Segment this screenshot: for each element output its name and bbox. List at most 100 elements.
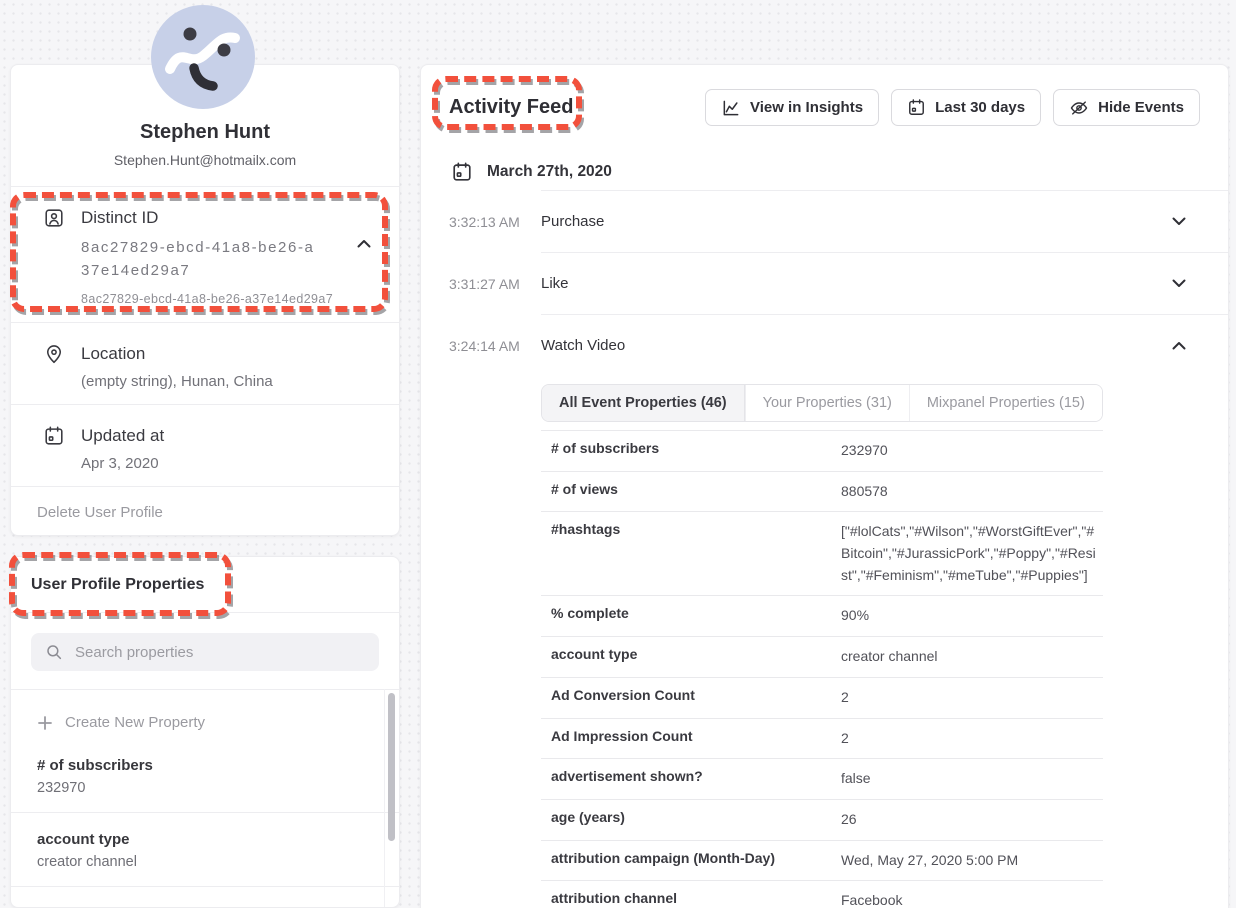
delete-user-profile-button[interactable]: Delete User Profile — [11, 487, 399, 537]
tab-your-properties[interactable]: Your Properties (31) — [745, 385, 909, 421]
tab-mixpanel-properties[interactable]: Mixpanel Properties (15) — [909, 385, 1102, 421]
view-in-insights-label: View in Insights — [750, 99, 863, 116]
scrollbar-track — [384, 689, 385, 908]
hide-events-label: Hide Events — [1098, 99, 1184, 116]
chevron-up-icon[interactable] — [357, 239, 371, 248]
property-name: attribution campaign (Month-Day) — [541, 850, 841, 872]
property-name: Ad Impression Count — [541, 728, 841, 750]
event-name: Watch Video — [541, 337, 625, 354]
properties-scrollbar[interactable] — [388, 693, 397, 853]
event-row[interactable]: 3:32:13 AM Purchase — [421, 191, 1228, 252]
distinct-id-sub-value: 8ac27829-ebcd-41a8-be26-a37e14ed29a7 — [81, 292, 371, 306]
event-properties-panel: All Event Properties (46) Your Propertie… — [541, 384, 1103, 908]
table-row: attribution campaign (Month-Day) Wed, Ma… — [541, 841, 1103, 882]
property-name: # of subscribers — [541, 440, 841, 462]
event-time: 3:32:13 AM — [421, 214, 541, 230]
event-properties-table: # of subscribers 232970 # of views 88057… — [541, 430, 1103, 908]
avatar — [151, 5, 255, 109]
event-row-expanded[interactable]: 3:24:14 AM Watch Video — [421, 315, 1228, 376]
property-value: 880578 — [841, 481, 1101, 503]
property-name: age (years) — [541, 809, 841, 831]
property-value: 26 — [841, 809, 1101, 831]
properties-list: Create New Property # of subscribers 232… — [11, 690, 399, 887]
property-name: Ad Conversion Count — [541, 687, 841, 709]
feed-date-label: March 27th, 2020 — [487, 163, 612, 181]
table-row: # of views 880578 — [541, 472, 1103, 513]
table-row: advertisement shown? false — [541, 759, 1103, 800]
property-name: % complete — [541, 605, 841, 627]
scrollbar-thumb[interactable] — [388, 693, 395, 841]
table-row: Ad Impression Count 2 — [541, 719, 1103, 760]
location-pin-icon — [43, 343, 65, 365]
create-new-property-label: Create New Property — [65, 714, 205, 731]
tab-all-event-properties[interactable]: All Event Properties (46) — [542, 385, 745, 421]
property-value: Wed, May 27, 2020 5:00 PM — [841, 850, 1101, 872]
feed-date-header: March 27th, 2020 — [421, 126, 1228, 190]
table-row: attribution channel Facebook — [541, 881, 1103, 908]
id-card-icon — [43, 207, 65, 229]
search-properties-field[interactable] — [31, 633, 379, 671]
location-label: Location — [81, 344, 145, 364]
calendar-icon — [907, 98, 926, 117]
property-value: 2 — [841, 687, 1101, 709]
event-properties-tabs: All Event Properties (46) Your Propertie… — [541, 384, 1103, 422]
profile-name: Stephen Hunt — [11, 121, 399, 144]
date-range-button[interactable]: Last 30 days — [891, 89, 1041, 126]
updated-at-label: Updated at — [81, 426, 164, 446]
date-range-label: Last 30 days — [935, 99, 1025, 116]
event-name: Like — [541, 275, 569, 292]
distinct-id-value: 8ac27829-ebcd-41a8-be26-a37e14ed29a7 — [81, 237, 321, 282]
table-row: account type creator channel — [541, 637, 1103, 678]
view-in-insights-button[interactable]: View in Insights — [705, 89, 879, 126]
chevron-up-icon[interactable] — [1172, 341, 1186, 350]
property-value: creator channel — [37, 854, 399, 870]
table-row: # of subscribers 232970 — [541, 431, 1103, 472]
property-value: 90% — [841, 605, 1101, 627]
calendar-icon — [451, 161, 473, 183]
property-value: creator channel — [841, 646, 1101, 668]
hide-events-button[interactable]: Hide Events — [1053, 89, 1200, 126]
location-section: Location (empty string), Hunan, China — [11, 323, 399, 405]
property-name: account type — [541, 646, 841, 668]
property-value: 232970 — [37, 780, 399, 796]
eye-off-icon — [1069, 98, 1089, 118]
property-name: advertisement shown? — [541, 768, 841, 790]
table-row: age (years) 26 — [541, 800, 1103, 841]
activity-feed-card: Activity Feed View in Insights — [420, 64, 1229, 908]
line-chart-icon — [721, 98, 741, 118]
search-properties-input[interactable] — [75, 644, 365, 661]
chevron-down-icon[interactable] — [1172, 217, 1186, 226]
updated-at-value: Apr 3, 2020 — [81, 455, 371, 472]
property-value: Facebook — [841, 890, 1101, 908]
user-profile-properties-title: User Profile Properties — [31, 576, 204, 594]
property-value: false — [841, 768, 1101, 790]
property-value: 232970 — [841, 440, 1101, 462]
search-icon — [45, 643, 63, 661]
property-item[interactable]: # of subscribers 232970 — [11, 739, 399, 813]
event-row[interactable]: 3:31:27 AM Like — [421, 253, 1228, 314]
property-value: 2 — [841, 728, 1101, 750]
property-name: # of subscribers — [37, 757, 399, 774]
profile-email: Stephen.Hunt@hotmailx.com — [11, 152, 399, 168]
chevron-down-icon[interactable] — [1172, 279, 1186, 288]
create-new-property-button[interactable]: Create New Property — [11, 690, 399, 739]
user-profile-card: Stephen Hunt Stephen.Hunt@hotmailx.com D… — [10, 64, 400, 536]
table-row: % complete 90% — [541, 596, 1103, 637]
property-item[interactable]: account type creator channel — [11, 813, 399, 887]
distinct-id-section: Distinct ID 8ac27829-ebcd-41a8-be26-a37e… — [11, 187, 399, 323]
property-name: account type — [37, 831, 399, 848]
property-name: #hashtags — [541, 521, 841, 586]
updated-at-section: Updated at Apr 3, 2020 — [11, 405, 399, 487]
distinct-id-label: Distinct ID — [81, 208, 158, 228]
calendar-icon — [43, 425, 65, 447]
property-value: ["#lolCats","#Wilson","#WorstGiftEver","… — [841, 521, 1101, 586]
plus-icon — [37, 715, 53, 731]
property-name: attribution channel — [541, 890, 841, 908]
location-value: (empty string), Hunan, China — [81, 373, 371, 390]
event-name: Purchase — [541, 213, 604, 230]
user-profile-properties-card: User Profile Properties Create New Prope… — [10, 556, 400, 908]
activity-feed-title: Activity Feed — [449, 96, 573, 119]
table-row: #hashtags ["#lolCats","#Wilson","#WorstG… — [541, 512, 1103, 596]
table-row: Ad Conversion Count 2 — [541, 678, 1103, 719]
property-name: # of views — [541, 481, 841, 503]
